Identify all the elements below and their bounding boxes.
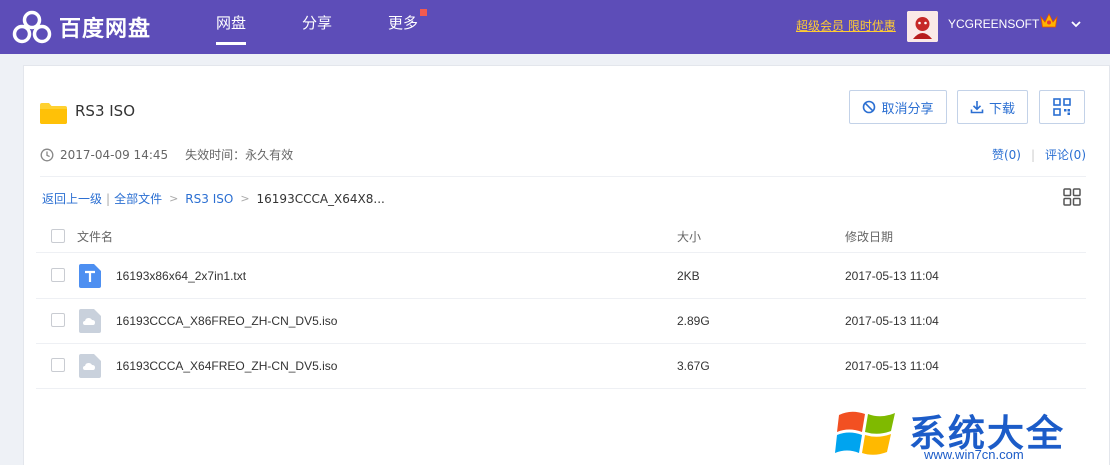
file-size: 2.89G (677, 314, 710, 328)
breadcrumb-all-files[interactable]: 全部文件 (114, 190, 162, 207)
chevron-down-icon[interactable] (1070, 18, 1082, 33)
breadcrumb-arrow: > (240, 192, 250, 205)
clock-icon (40, 148, 54, 161)
watermark: 系统大全 www.win7cn.com (833, 403, 1105, 465)
share-expire: 失效时间：永久有效 (185, 148, 294, 162)
cancel-share-label: 取消分享 (881, 101, 934, 117)
vip-crown-icon[interactable] (1039, 12, 1059, 33)
download-label: 下载 (988, 101, 1015, 117)
watermark-url: www.win7cn.com (924, 447, 1024, 462)
baidu-netdisk-logo[interactable]: 百度网盘 (12, 9, 151, 45)
like-link[interactable]: 赞(0) (992, 146, 1021, 163)
qrcode-icon (1053, 98, 1071, 116)
share-meta: 2017-04-09 14:45 失效时间：永久有效 (40, 146, 293, 163)
row-checkbox[interactable] (51, 358, 65, 372)
cloud-logo-icon (12, 10, 52, 44)
table-row[interactable]: 16193CCCA_X86FREO_ZH-CN_DV5.iso 2.89G 20… (36, 299, 1086, 344)
nav-tab-netdisk[interactable]: 网盘 (216, 0, 247, 54)
breadcrumb-current: 16193CCCA_X64X8... (256, 191, 385, 206)
nav-tab-label: 更多 (388, 14, 419, 32)
cancel-share-button[interactable]: 取消分享 (849, 90, 947, 124)
select-all-checkbox[interactable] (51, 229, 65, 243)
file-name[interactable]: 16193x86x64_2x7in1.txt (116, 269, 246, 283)
breadcrumb: 返回上一级 | 全部文件 > RS3 ISO > 16193CCCA_X64X8… (42, 190, 385, 207)
file-date: 2017-05-13 11:04 (845, 359, 939, 373)
grid-view-icon[interactable] (1063, 188, 1081, 209)
folder-icon (40, 102, 67, 127)
qrcode-button[interactable] (1039, 90, 1085, 124)
file-name[interactable]: 16193CCCA_X64FREO_ZH-CN_DV5.iso (116, 359, 337, 373)
table-row[interactable]: 16193x86x64_2x7in1.txt 2KB 2017-05-13 11… (36, 254, 1086, 299)
breadcrumb-separator: | (106, 191, 111, 206)
row-checkbox[interactable] (51, 268, 65, 282)
table-header: 文件名 大小 修改日期 (36, 218, 1086, 253)
breadcrumb-back[interactable]: 返回上一级 (42, 190, 102, 207)
share-title: RS3 ISO (75, 102, 136, 120)
windows-flag-icon (835, 411, 895, 455)
download-button[interactable]: 下载 (957, 90, 1028, 124)
file-date: 2017-05-13 11:04 (845, 269, 939, 283)
file-date: 2017-05-13 11:04 (845, 314, 939, 328)
download-icon (970, 101, 984, 114)
breadcrumb-folder[interactable]: RS3 ISO (185, 192, 233, 206)
breadcrumb-arrow: > (169, 192, 179, 205)
ban-icon (863, 100, 876, 114)
nav-tab-more[interactable]: 更多 (388, 0, 428, 54)
notification-dot (420, 9, 428, 16)
file-size: 2KB (677, 269, 700, 283)
super-vip-promo-link[interactable]: 超级会员 限时优惠 (796, 17, 896, 34)
column-header-date[interactable]: 修改日期 (845, 228, 893, 245)
top-navbar: 百度网盘 网盘 分享 更多 超级会员 限时优惠 YCGREENSOFT (0, 0, 1110, 54)
file-name[interactable]: 16193CCCA_X86FREO_ZH-CN_DV5.iso (116, 314, 337, 328)
row-checkbox[interactable] (51, 313, 65, 327)
avatar[interactable] (907, 11, 938, 42)
divider (40, 176, 1086, 177)
nav-tab-label: 网盘 (216, 14, 247, 32)
column-header-size[interactable]: 大小 (677, 228, 701, 245)
comment-link[interactable]: 评论(0) (1045, 146, 1086, 163)
column-header-name[interactable]: 文件名 (77, 228, 113, 245)
nav-tab-label: 分享 (302, 14, 333, 32)
iso-file-icon (79, 354, 101, 381)
txt-file-icon (79, 264, 101, 291)
file-size: 3.67G (677, 359, 710, 373)
nav-tab-share[interactable]: 分享 (302, 0, 332, 54)
table-row[interactable]: 16193CCCA_X64FREO_ZH-CN_DV5.iso 3.67G 20… (36, 344, 1086, 389)
logo-text: 百度网盘 (59, 17, 152, 42)
username[interactable]: YCGREENSOFT (948, 17, 1039, 31)
share-actions: 赞(0) | 评论(0) (992, 146, 1086, 163)
avatar-image-icon (907, 11, 938, 42)
share-date: 2017-04-09 14:45 (60, 147, 169, 162)
iso-file-icon (79, 309, 101, 336)
separator: | (1030, 147, 1035, 162)
